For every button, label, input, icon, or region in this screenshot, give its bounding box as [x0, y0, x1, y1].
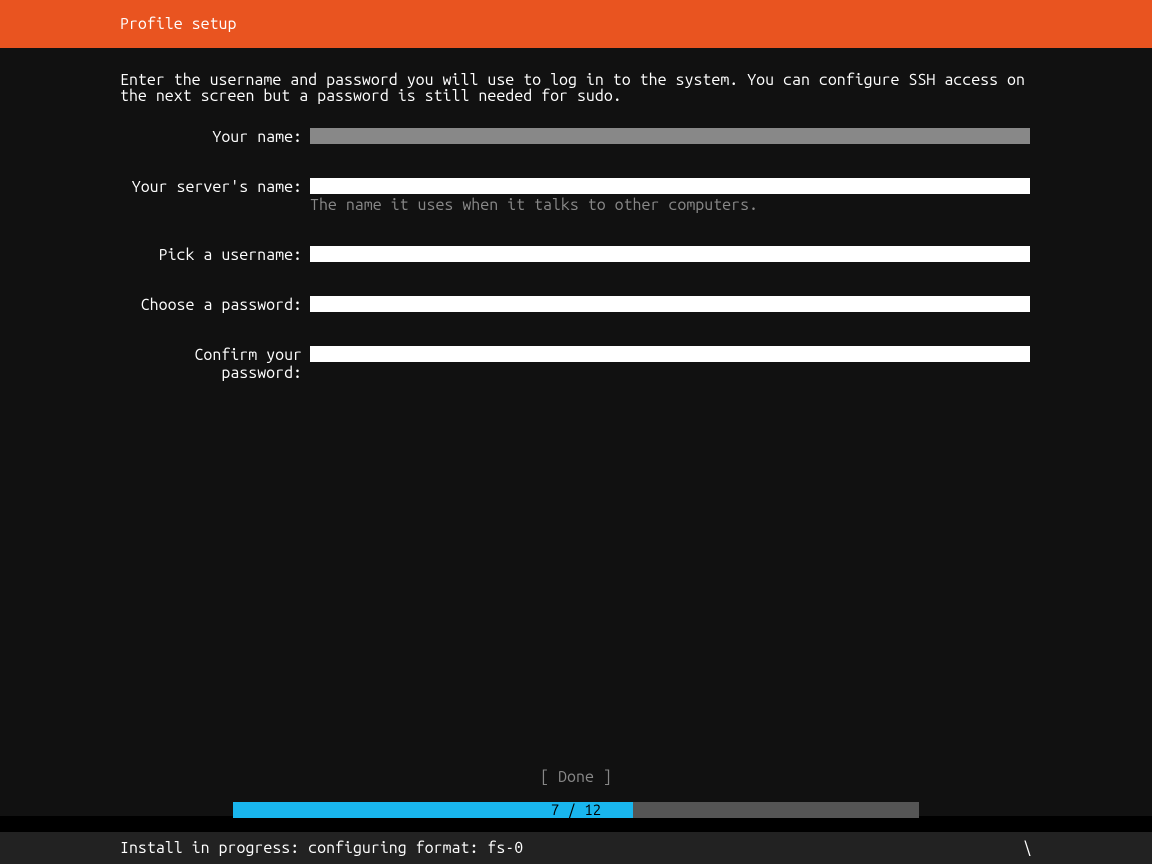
server-name-input[interactable] — [310, 178, 1030, 194]
progress-bar-container: 7 / 12 — [0, 802, 1152, 818]
confirm-password-label: Confirm your password: — [120, 346, 310, 382]
progress-text: 7 / 12 — [233, 802, 919, 818]
password-input[interactable] — [310, 296, 1030, 312]
profile-form: Your name: Your server's name: The name … — [120, 128, 1032, 414]
server-name-label: Your server's name: — [120, 178, 310, 196]
progress-bar: 7 / 12 — [233, 802, 919, 818]
done-button[interactable]: [ Done ] — [0, 768, 1152, 786]
status-line: Install in progress: configuring format:… — [0, 832, 1152, 864]
name-label: Your name: — [120, 128, 310, 146]
password-label: Choose a password: — [120, 296, 310, 314]
form-row-server-name: Your server's name: The name it uses whe… — [120, 178, 1032, 214]
confirm-password-input[interactable] — [310, 346, 1030, 362]
description-text: Enter the username and password you will… — [120, 72, 1032, 104]
name-input[interactable] — [310, 128, 1030, 144]
server-name-hint: The name it uses when it talks to other … — [310, 196, 1032, 214]
page-title: Profile setup — [120, 15, 236, 33]
form-row-username: Pick a username: — [120, 246, 1032, 264]
content-area: Enter the username and password you will… — [0, 48, 1152, 816]
username-input[interactable] — [310, 246, 1030, 262]
form-row-confirm-password: Confirm your password: — [120, 346, 1032, 382]
header-bar: Profile setup — [0, 0, 1152, 48]
username-label: Pick a username: — [120, 246, 310, 264]
status-text: Install in progress: configuring format:… — [120, 839, 523, 857]
spinner-icon: \ — [1023, 839, 1032, 857]
footer: [ Done ] 7 / 12 Install in progress: con… — [0, 768, 1152, 864]
form-row-name: Your name: — [120, 128, 1032, 146]
form-row-password: Choose a password: — [120, 296, 1032, 314]
